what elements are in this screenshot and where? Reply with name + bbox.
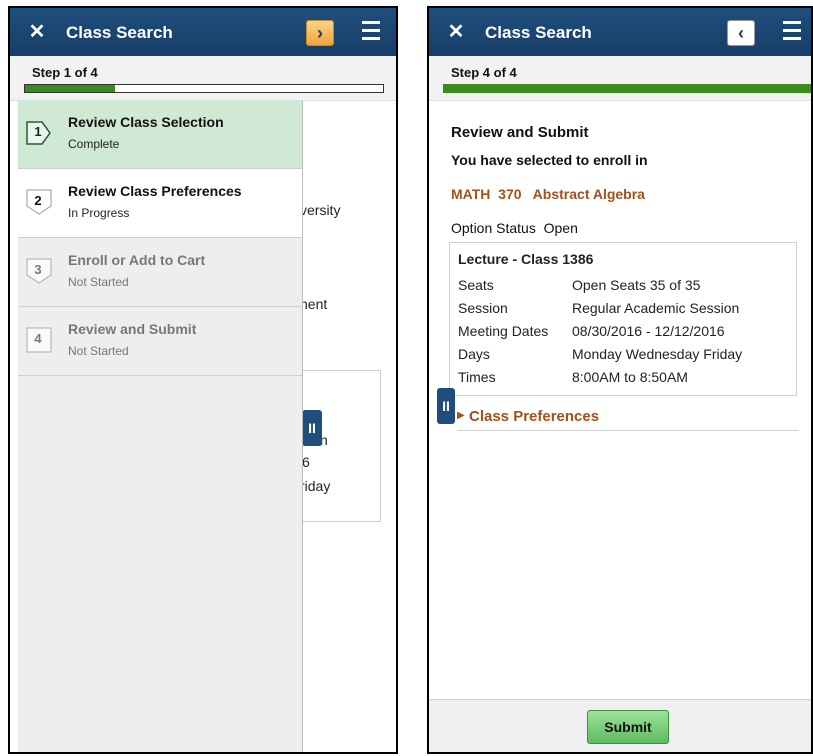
class-card-title: Lecture - Class 1386: [458, 251, 594, 267]
footer-bar: Submit: [429, 699, 811, 752]
step-number-badge: 1: [26, 120, 51, 145]
next-button[interactable]: ›: [306, 20, 334, 46]
step-number-badge: 3: [26, 258, 52, 284]
detail-row-meeting-dates: Meeting Dates 08/30/2016 - 12/12/2016: [458, 323, 725, 339]
step-1-review-class-selection[interactable]: 1 Review Class Selection Complete: [18, 100, 302, 169]
step-number-badge: 2: [26, 189, 52, 215]
step-drawer: 1 Review Class Selection Complete 2 Revi…: [18, 100, 303, 752]
left-panel: ✕ Class Search › Step 1 of 4 versity nen…: [8, 6, 398, 754]
progress-track: [443, 84, 811, 93]
detail-row-seats: Seats Open Seats 35 of 35: [458, 277, 701, 293]
hamburger-menu-icon[interactable]: [783, 21, 801, 41]
previous-button[interactable]: ‹: [727, 20, 755, 46]
step-progress-bar: Step 1 of 4: [10, 56, 396, 101]
progress-track: [24, 84, 384, 93]
detail-row-times: Times 8:00AM to 8:50AM: [458, 369, 688, 385]
step-status: Not Started: [68, 344, 129, 358]
close-icon[interactable]: ✕: [443, 20, 469, 44]
step-title: Enroll or Add to Cart: [68, 252, 206, 268]
background-text: nent: [300, 296, 328, 312]
page-title: Class Search: [66, 23, 173, 42]
section-title: Review and Submit: [451, 124, 589, 141]
step-label: Step 1 of 4: [32, 65, 98, 80]
expand-arrow-icon: ▶: [457, 410, 465, 421]
step-title: Review Class Preferences: [68, 183, 242, 199]
step-2-review-class-preferences[interactable]: 2 Review Class Preferences In Progress: [18, 169, 302, 238]
option-status: Option Status Open: [451, 220, 578, 236]
enroll-subtitle: You have selected to enroll in: [451, 152, 648, 168]
progress-fill: [25, 85, 115, 92]
background-text: versity: [300, 202, 341, 218]
step-status: Complete: [68, 137, 120, 151]
step-number-badge: 4: [26, 327, 52, 353]
step-title: Review Class Selection: [68, 114, 224, 130]
header-bar: ✕ Class Search ›: [10, 8, 396, 56]
progress-fill: [444, 85, 810, 92]
step-label: Step 4 of 4: [451, 65, 517, 80]
step-3-enroll-or-add-to-cart[interactable]: 3 Enroll or Add to Cart Not Started: [18, 238, 302, 307]
step-status: In Progress: [68, 206, 130, 220]
class-preferences-link[interactable]: ▶ Class Preferences: [457, 408, 799, 431]
background-text: riday: [300, 478, 331, 494]
header-bar: ✕ Class Search ‹: [429, 8, 811, 56]
hamburger-menu-icon[interactable]: [362, 21, 380, 41]
pause-handle-icon[interactable]: II: [437, 388, 455, 424]
detail-row-days: Days Monday Wednesday Friday: [458, 346, 743, 362]
step-4-review-and-submit[interactable]: 4 Review and Submit Not Started: [18, 307, 302, 376]
background-text: 6: [302, 454, 310, 470]
page-title: Class Search: [485, 23, 592, 42]
course-title: MATH 370 Abstract Algebra: [451, 186, 645, 202]
background-card: [300, 370, 381, 522]
detail-row-session: Session Regular Academic Session: [458, 300, 740, 316]
class-details-card: Lecture - Class 1386 Seats Open Seats 35 …: [449, 242, 797, 396]
step-progress-bar: Step 4 of 4: [429, 56, 811, 101]
pause-handle-icon[interactable]: II: [302, 410, 322, 446]
close-icon[interactable]: ✕: [24, 20, 50, 44]
step-status: Not Started: [68, 275, 129, 289]
step-title: Review and Submit: [68, 321, 197, 337]
class-preferences-label: Class Preferences: [469, 408, 600, 425]
right-panel: ✕ Class Search ‹ Step 4 of 4 Review and …: [427, 6, 813, 754]
submit-button[interactable]: Submit: [587, 710, 669, 744]
